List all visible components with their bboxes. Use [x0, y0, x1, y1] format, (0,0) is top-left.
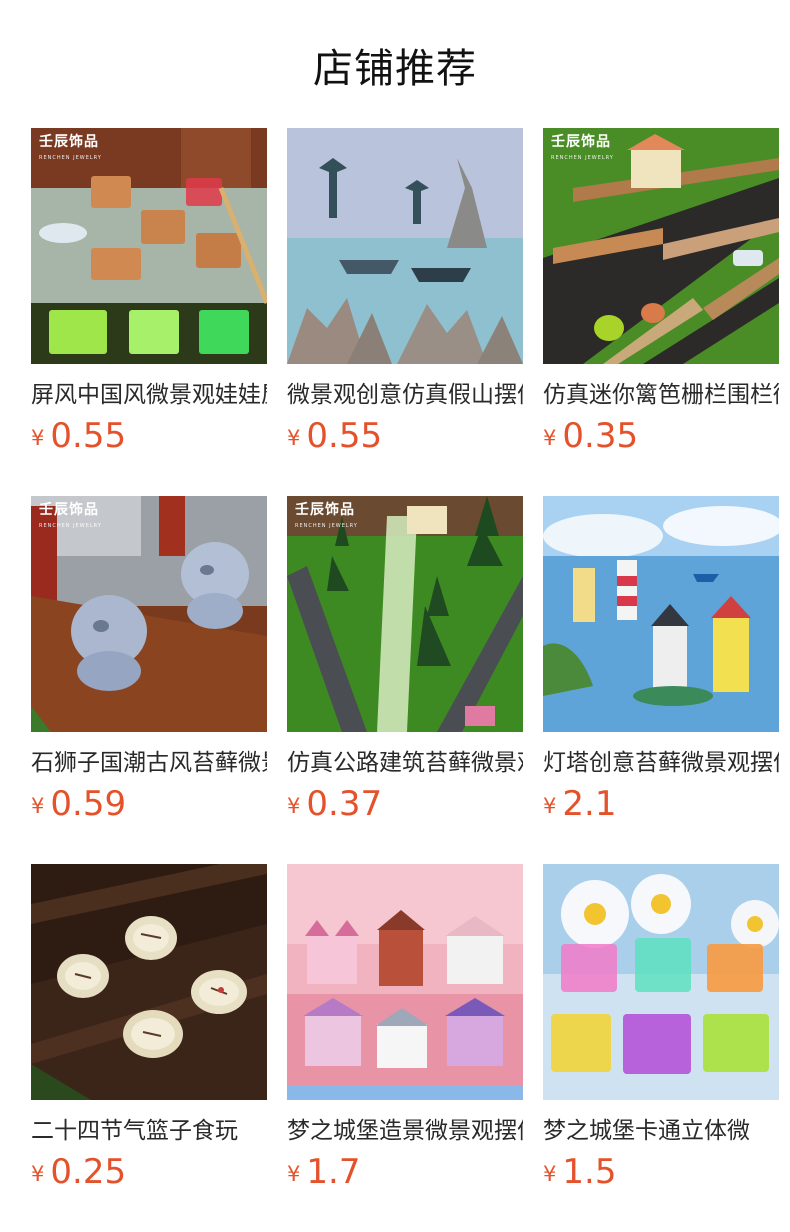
currency-symbol: ¥: [31, 794, 45, 818]
product-card[interactable]: 壬辰饰品RENCHEN JEWELRY 仿真迷你篱笆栅栏围栏微景观 ¥0.35: [543, 128, 779, 462]
price-value: 0.59: [50, 784, 127, 824]
product-price: ¥0.55: [287, 416, 523, 462]
currency-symbol: ¥: [287, 1162, 301, 1186]
brand-logo: 壬辰饰品 RENCHEN JEWELRY: [39, 134, 102, 161]
product-name[interactable]: 石狮子国潮古风苔藓微景观: [31, 748, 267, 778]
product-price: ¥0.25: [31, 1152, 267, 1198]
product-name[interactable]: 屏风中国风微景观娃娃屋摆件: [31, 380, 267, 410]
product-name[interactable]: 梦之城堡卡通立体微: [543, 1116, 779, 1146]
price-value: 0.37: [306, 784, 383, 824]
product-name[interactable]: 梦之城堡造景微景观摆件: [287, 1116, 523, 1146]
product-price: ¥0.55: [31, 416, 267, 462]
currency-symbol: ¥: [287, 794, 301, 818]
product-card[interactable]: 二十四节气篮子食玩 ¥0.25: [31, 864, 267, 1198]
price-value: 0.55: [50, 416, 127, 456]
product-image[interactable]: [31, 864, 267, 1100]
currency-symbol: ¥: [31, 1162, 45, 1186]
product-name[interactable]: 仿真迷你篱笆栅栏围栏微景观: [543, 380, 779, 410]
product-card[interactable]: 梦之城堡造景微景观摆件 ¥1.7: [287, 864, 523, 1198]
product-price: ¥1.5: [543, 1152, 779, 1198]
product-name[interactable]: 灯塔创意苔藓微景观摆件: [543, 748, 779, 778]
price-value: 2.1: [562, 784, 617, 824]
product-card[interactable]: 壬辰饰品RENCHEN JEWELRY 屏风中国风微景观娃娃屋摆件 ¥0.55: [31, 128, 267, 462]
product-card[interactable]: 微景观创意仿真假山摆件 ¥0.55: [287, 128, 523, 462]
product-image[interactable]: 壬辰饰品 RENCHEN JEWELRY: [31, 496, 267, 732]
product-price: ¥0.35: [543, 416, 779, 462]
currency-symbol: ¥: [31, 426, 45, 450]
product-image[interactable]: 壬辰饰品 RENCHEN JEWELRY: [31, 128, 267, 364]
brand-logo: 壬辰饰品 RENCHEN JEWELRY: [551, 134, 614, 161]
currency-symbol: ¥: [543, 426, 557, 450]
product-price: ¥1.7: [287, 1152, 523, 1198]
product-card[interactable]: 壬辰饰品 RENCHEN JEWELRY 仿真公路建筑苔藓微景观 ¥0.37: [287, 496, 523, 830]
product-card[interactable]: 壬辰饰品RENCHEN JEWELRY 石狮子国潮古风苔藓微景观 ¥0.59: [31, 496, 267, 830]
product-image[interactable]: 壬辰饰品 RENCHEN JEWELRY: [287, 496, 523, 732]
product-name[interactable]: 二十四节气篮子食玩: [31, 1116, 267, 1146]
brand-logo: 壬辰饰品 RENCHEN JEWELRY: [295, 502, 358, 529]
currency-symbol: ¥: [287, 426, 301, 450]
product-price: ¥2.1: [543, 784, 779, 830]
price-value: 1.5: [562, 1152, 617, 1192]
product-name[interactable]: 微景观创意仿真假山摆件: [287, 380, 523, 410]
price-value: 1.7: [306, 1152, 361, 1192]
page-title: 店铺推荐: [313, 46, 477, 92]
product-image[interactable]: [543, 496, 779, 732]
price-value: 0.35: [562, 416, 639, 456]
currency-symbol: ¥: [543, 1162, 557, 1186]
product-image[interactable]: 壬辰饰品 RENCHEN JEWELRY: [543, 128, 779, 364]
product-card[interactable]: 灯塔创意苔藓微景观摆件 ¥2.1: [543, 496, 779, 830]
product-name[interactable]: 仿真公路建筑苔藓微景观: [287, 748, 523, 778]
brand-logo: 壬辰饰品 RENCHEN JEWELRY: [39, 502, 102, 529]
price-value: 0.25: [50, 1152, 127, 1192]
price-value: 0.55: [306, 416, 383, 456]
product-card[interactable]: 梦之城堡卡通立体微 ¥1.5: [543, 864, 779, 1198]
product-image[interactable]: [543, 864, 779, 1100]
product-image[interactable]: [287, 864, 523, 1100]
product-price: ¥0.59: [31, 784, 267, 830]
currency-symbol: ¥: [543, 794, 557, 818]
product-price: ¥0.37: [287, 784, 523, 830]
product-image[interactable]: [287, 128, 523, 364]
